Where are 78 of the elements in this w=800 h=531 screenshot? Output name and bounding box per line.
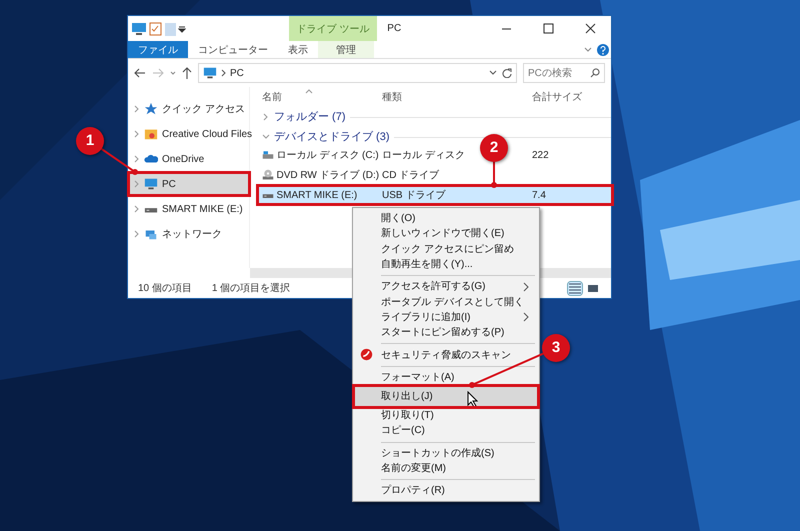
drive-size: 7.4	[532, 188, 546, 202]
expand-icon	[262, 113, 270, 121]
drive-name: SMART MIKE (E:)	[276, 188, 358, 202]
view-button[interactable]	[566, 280, 582, 296]
column-header[interactable]: 合計サイズ	[532, 90, 611, 104]
shield-icon	[360, 348, 373, 362]
breadcrumb-chevron-icon	[221, 69, 226, 77]
refresh-icon[interactable]	[502, 68, 512, 78]
dropdown-icon[interactable]	[178, 24, 186, 32]
menu-item[interactable]: 開く(O)	[355, 211, 537, 226]
ribbon-tab[interactable]: コンピューター	[188, 41, 278, 58]
disk-icon	[262, 149, 274, 161]
back-icon[interactable]	[134, 68, 146, 78]
cursor-icon	[467, 390, 478, 408]
help-icon[interactable]	[596, 44, 608, 56]
address-bar[interactable]: PC	[198, 63, 517, 83]
menu-item[interactable]: コピー(C)	[355, 423, 537, 439]
search-icon[interactable]	[590, 68, 600, 78]
menu-item[interactable]: プロパティ(R)	[355, 483, 537, 498]
close-icon	[584, 23, 596, 34]
drive-name: ローカル ディスク (C:)	[276, 148, 379, 162]
menu-item[interactable]: 新しいウィンドウで開く(E)	[355, 226, 537, 242]
context-tab-label: ドライブ ツール	[288, 16, 378, 41]
sort-icon	[305, 89, 313, 94]
nav-item[interactable]: OneDrive	[128, 149, 249, 169]
selection-count: 1 個の項目を選択	[212, 282, 290, 296]
menu-item[interactable]: アクセスを許可する(G)	[355, 279, 537, 294]
recent-icon[interactable]	[170, 70, 176, 76]
up-icon[interactable]	[182, 67, 192, 79]
pc-icon	[203, 66, 217, 80]
expand-icon	[134, 155, 140, 163]
menu-item[interactable]: 名前の変更(M)	[355, 460, 537, 476]
nav-item[interactable]: PC	[128, 174, 249, 194]
column-header[interactable]: 種類	[382, 90, 532, 104]
drive-size: 222	[532, 148, 549, 162]
menu-item[interactable]: 自動再生を開く(Y)...	[355, 256, 537, 272]
nav-item[interactable]: クイック アクセス	[128, 99, 249, 119]
menu-item[interactable]: 取り出し(J)	[355, 386, 537, 406]
expand-icon	[134, 230, 140, 238]
menu-item[interactable]: ポータブル デバイスとして開く	[355, 294, 537, 310]
chevron-icon[interactable]	[584, 46, 592, 52]
drive-type: ローカル ディスク	[382, 150, 465, 160]
dvd-icon	[262, 169, 274, 181]
drive-type: USB ドライブ	[382, 190, 446, 200]
pc-icon	[130, 20, 146, 36]
window-title: PC	[387, 22, 402, 36]
expand-icon	[134, 205, 140, 213]
ribbon-tab[interactable]: ファイル	[128, 41, 188, 58]
menu-item[interactable]: クイック アクセスにピン留め	[355, 242, 537, 257]
nav-item[interactable]: ネットワーク	[128, 224, 249, 244]
ribbon-tab[interactable]: 表示	[278, 41, 318, 58]
menu-item[interactable]: 切り取り(T)	[355, 408, 537, 424]
star-icon	[144, 102, 158, 116]
group-header[interactable]: フォルダー (7)	[262, 107, 611, 127]
menu-item[interactable]: ショートカットの作成(S)	[355, 446, 537, 461]
drive-row[interactable]: DVD RW ドライブ (D:) CD ドライブ	[259, 167, 611, 183]
checklist-icon[interactable]	[149, 22, 162, 36]
nav-item[interactable]: SMART MIKE (E:)	[128, 199, 249, 219]
drive-type: CD ドライブ	[382, 170, 440, 180]
expand-icon	[134, 130, 140, 138]
column-header[interactable]: 名前	[262, 90, 382, 104]
dropdown-icon[interactable]	[489, 70, 497, 76]
ribbon-tab[interactable]: 管理	[318, 41, 374, 58]
drive-name: DVD RW ドライブ (D:)	[276, 168, 380, 182]
maximize-icon	[542, 23, 554, 34]
expand-icon	[134, 105, 140, 113]
menu-item[interactable]: セキュリティ脅威のスキャン	[355, 347, 537, 363]
pc-icon	[144, 177, 158, 191]
drive-row[interactable]: SMART MIKE (E:) USB ドライブ 7.4	[259, 187, 611, 203]
collapse-icon	[262, 133, 270, 141]
menu-item[interactable]: スタートにピン留めする(P)	[355, 325, 537, 340]
address-path[interactable]: PC	[230, 66, 244, 80]
item-count: 10 個の項目	[138, 282, 192, 296]
expand-icon	[134, 180, 140, 188]
menu-item[interactable]: ライブラリに追加(I)	[355, 310, 537, 326]
menu-item[interactable]: フォーマット(A)	[355, 370, 537, 385]
details-view-icon	[568, 282, 582, 294]
search-field[interactable]: PCの検索	[523, 63, 605, 83]
